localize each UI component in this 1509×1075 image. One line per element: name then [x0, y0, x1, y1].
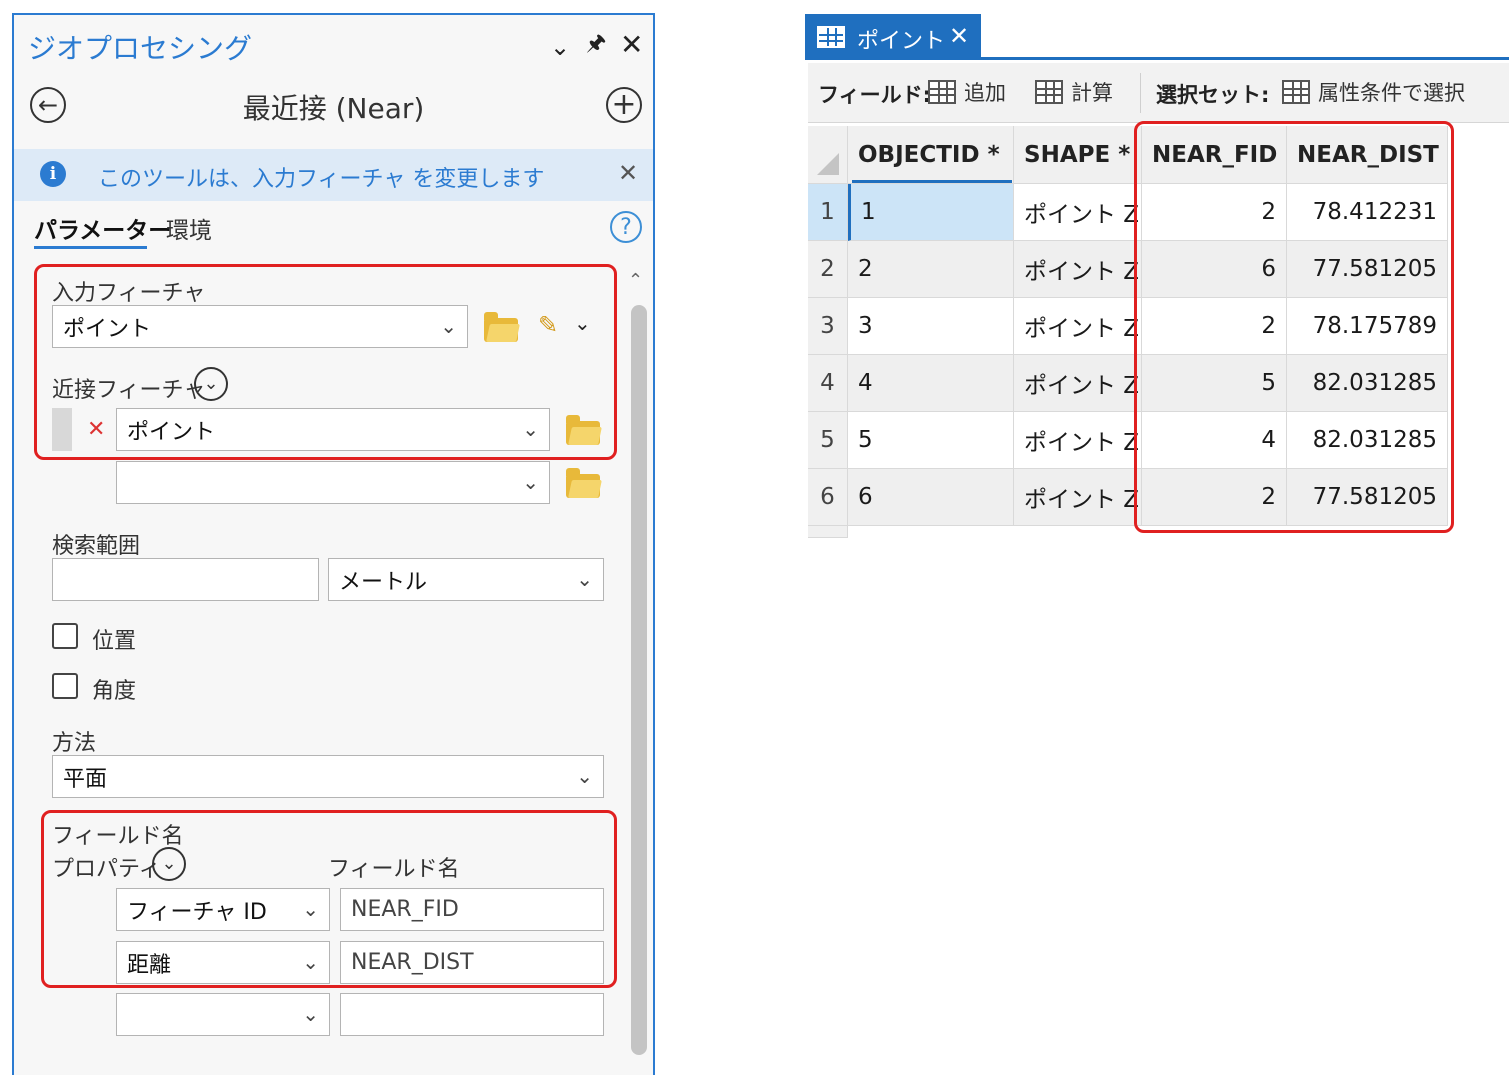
geoprocessing-pane: ジオプロセシング ⌄ 🖈 ✕ ← 最近接 (Near) + i このツールは、入… — [12, 13, 655, 1075]
row-number[interactable]: 4 — [808, 355, 848, 412]
cell-shape[interactable]: ポイント Z — [1014, 298, 1142, 355]
cell-shape[interactable]: ポイント Z — [1014, 412, 1142, 469]
tab-point-table[interactable]: ポイント ✕ — [805, 14, 981, 60]
calculate-field-icon — [1035, 80, 1063, 104]
cell-objectid[interactable]: 2 — [848, 241, 1014, 298]
chevron-down-icon: ⌄ — [576, 764, 593, 788]
cell-shape[interactable]: ポイント Z — [1014, 241, 1142, 298]
chevron-down-icon[interactable]: ⌄ — [550, 35, 570, 59]
cell-shape[interactable]: ポイント Z — [1014, 469, 1142, 526]
row-number — [808, 526, 848, 538]
location-checkbox[interactable] — [52, 623, 78, 649]
method-dropdown[interactable]: 平面 ⌄ — [52, 755, 604, 798]
property-dropdown-3[interactable]: ⌄ — [116, 993, 330, 1036]
search-radius-input[interactable] — [52, 558, 319, 601]
cell-shape[interactable]: ポイント Z — [1014, 184, 1142, 241]
tab-underline — [34, 246, 147, 249]
info-bar: i このツールは、入力フィーチャ を変更します ✕ — [14, 149, 653, 201]
select-all-corner[interactable] — [808, 126, 848, 184]
angle-label: 角度 — [92, 679, 137, 704]
cell-objectid[interactable]: 5 — [848, 412, 1014, 469]
select-by-attributes-label: 属性条件で選択 — [1318, 81, 1465, 105]
scroll-up-icon[interactable]: ⌃ — [628, 270, 643, 291]
highlight-box-input — [34, 264, 617, 460]
row-number[interactable]: 3 — [808, 298, 848, 355]
selection-label: 選択セット: — [1156, 83, 1270, 107]
tab-parameters[interactable]: パラメーター — [34, 211, 171, 245]
info-icon: i — [40, 161, 66, 187]
column-header-objectid[interactable]: OBJECTID * — [848, 126, 1014, 184]
row-number[interactable]: 2 — [808, 241, 848, 298]
column-header-shape[interactable]: SHAPE * — [1014, 126, 1142, 184]
fields-label: フィールド: — [818, 83, 931, 107]
select-by-attributes-icon — [1282, 80, 1310, 104]
sort-indicator — [852, 180, 1012, 183]
table-icon — [817, 26, 845, 48]
close-icon[interactable]: ✕ — [949, 22, 969, 50]
highlight-box-near-columns — [1134, 121, 1454, 533]
highlight-box-fields — [41, 810, 617, 988]
help-icon[interactable]: ? — [610, 211, 642, 243]
cell-shape[interactable]: ポイント Z — [1014, 355, 1142, 412]
select-by-attributes-button[interactable]: 属性条件で選択 — [1282, 77, 1465, 107]
tool-title: 最近接 (Near) — [242, 92, 425, 125]
chevron-down-icon: ⌄ — [522, 470, 539, 494]
chevron-down-icon: ⌄ — [576, 567, 593, 591]
calculate-label: 計算 — [1071, 81, 1113, 105]
method-label: 方法 — [52, 731, 97, 756]
pin-icon[interactable]: 🖈 — [586, 33, 606, 55]
add-field-icon — [928, 80, 956, 104]
cell-objectid[interactable]: 1 — [848, 184, 1014, 241]
angle-checkbox[interactable] — [52, 673, 78, 699]
plus-icon[interactable]: + — [606, 87, 642, 123]
pane-title: ジオプロセシング — [28, 32, 253, 65]
row-number[interactable]: 1 — [808, 184, 848, 241]
cell-objectid[interactable]: 3 — [848, 298, 1014, 355]
cell-objectid[interactable]: 4 — [848, 355, 1014, 412]
add-label: 追加 — [964, 81, 1006, 105]
scrollbar-thumb[interactable] — [631, 305, 647, 1055]
tab-label: ポイント — [857, 29, 946, 54]
close-icon[interactable]: ✕ — [620, 31, 643, 59]
fieldname-input-3[interactable] — [340, 993, 604, 1036]
info-message: このツールは、入力フィーチャ を変更します — [98, 167, 545, 192]
search-radius-label: 検索範囲 — [52, 534, 141, 559]
method-value: 平面 — [63, 766, 108, 792]
add-field-button[interactable]: 追加 — [928, 77, 1006, 107]
row-number[interactable]: 6 — [808, 469, 848, 526]
close-info-icon[interactable]: ✕ — [618, 159, 638, 187]
toolbar-separator — [1140, 73, 1141, 113]
search-radius-unit: メートル — [339, 569, 428, 595]
calculate-field-button[interactable]: 計算 — [1035, 77, 1113, 107]
table-toolbar: フィールド: 追加 計算 選択セット: 属性条件で選択 — [808, 63, 1509, 123]
folder-icon[interactable] — [566, 468, 600, 498]
cell-objectid[interactable]: 6 — [848, 469, 1014, 526]
location-label: 位置 — [92, 629, 137, 654]
row-number[interactable]: 5 — [808, 412, 848, 469]
search-radius-unit-dropdown[interactable]: メートル ⌄ — [328, 558, 604, 601]
chevron-down-icon: ⌄ — [302, 1002, 319, 1026]
tab-environments[interactable]: 環境 — [166, 211, 212, 245]
near-features-empty-dropdown[interactable]: ⌄ — [116, 461, 550, 504]
